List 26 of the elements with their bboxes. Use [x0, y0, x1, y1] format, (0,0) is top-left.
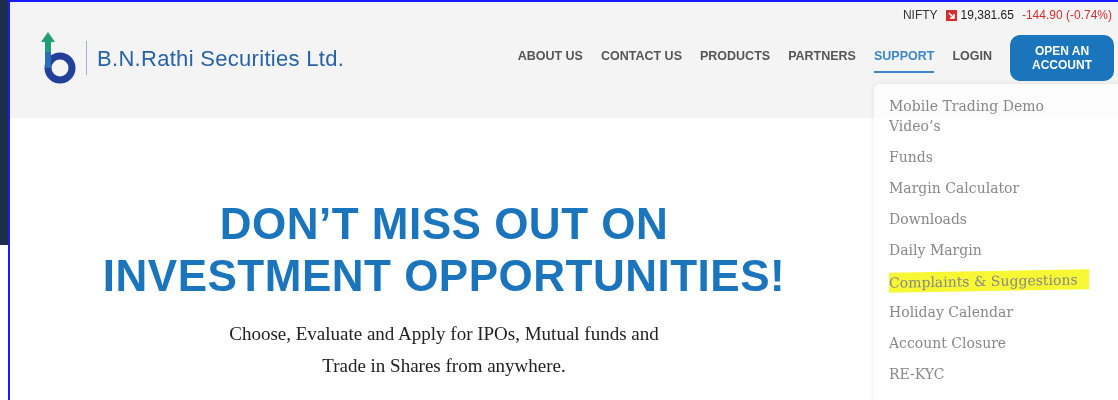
hero-subtitle: Choose, Evaluate and Apply for IPOs, Mutual funds and	[229, 322, 659, 346]
hero-headline: DON’T MISS OUT ON	[219, 198, 669, 250]
menu-item[interactable]: Margin Calculator	[889, 178, 1089, 198]
menu-item[interactable]: Complaints & Suggestions	[889, 269, 1089, 293]
menu-item[interactable]: Funds	[889, 147, 1089, 167]
menu-item[interactable]: Mobile Trading Demo Video’s	[889, 96, 1089, 136]
hero-subtitle: Trade in Shares from anywhere.	[322, 354, 566, 378]
ticker-value: 19,381.65	[960, 7, 1014, 24]
menu-item[interactable]: Account Closure	[889, 333, 1089, 353]
down-arrow-icon	[945, 9, 957, 21]
logo-icon	[40, 32, 76, 84]
brand-name: B.N.Rathi Securities Ltd.	[97, 44, 345, 73]
open-account-button[interactable]: OPEN AN ACCOUNT	[1010, 35, 1114, 81]
menu-item[interactable]: RE-KYC	[889, 364, 1089, 384]
nav-link[interactable]: PARTNERS	[788, 42, 856, 74]
nav-link[interactable]: LOGIN	[952, 42, 992, 74]
hero-headline: INVESTMENT OPPORTUNITIES!	[102, 250, 786, 302]
ticker-label: NIFTY	[902, 7, 938, 24]
menu-item[interactable]: Downloads	[889, 209, 1089, 229]
menu-item[interactable]: Daily Margin	[889, 240, 1089, 260]
nav-link[interactable]: CONTACT US	[600, 42, 682, 74]
nav-link[interactable]: SUPPORT	[873, 42, 935, 74]
nav-link[interactable]: ABOUT US	[517, 42, 583, 74]
ticker-change: -144.90 (-0.74%)	[1021, 7, 1112, 24]
menu-item[interactable]: Holiday Calendar	[889, 302, 1089, 322]
nav-link[interactable]: PRODUCTS	[699, 42, 771, 74]
